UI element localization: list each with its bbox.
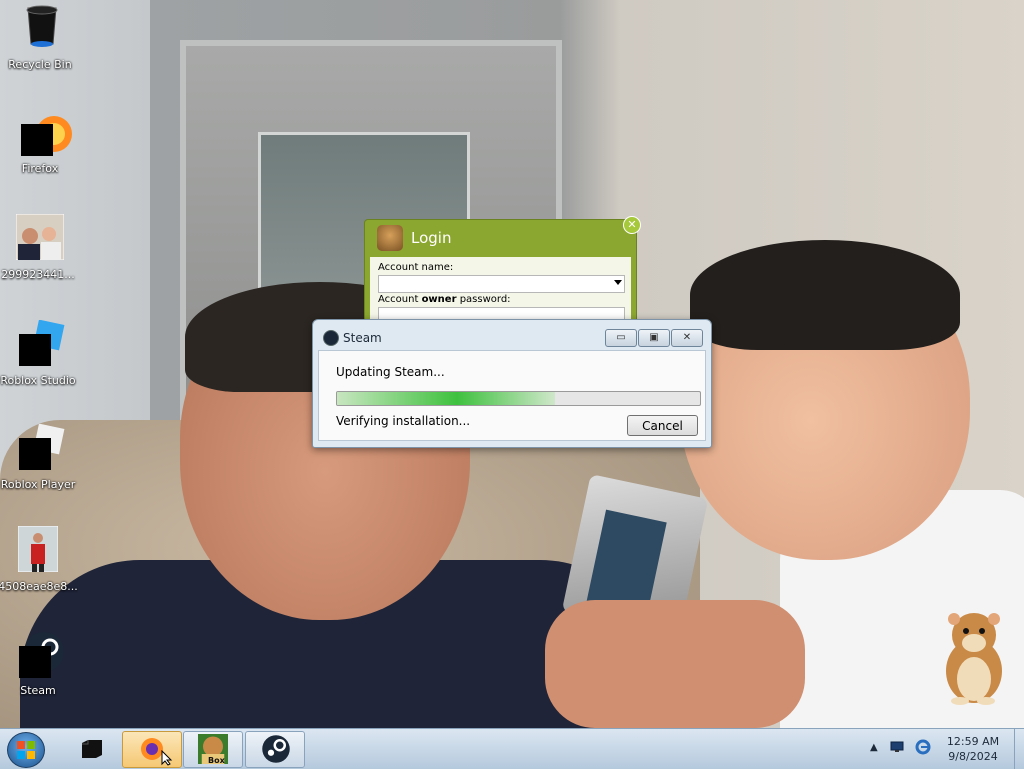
password-label-bold: owner xyxy=(421,294,457,305)
chevron-down-icon[interactable] xyxy=(614,280,622,285)
show-hidden-icons-button[interactable]: ▲ xyxy=(870,742,884,754)
desktop-icon-roblox-player[interactable]: Roblox Player xyxy=(0,424,78,491)
login-form: Account name: Account owner password: xyxy=(370,257,631,323)
progress-fill xyxy=(337,392,555,405)
recycle-bin-icon xyxy=(22,4,58,47)
hamster-gadget-icon[interactable] xyxy=(940,605,1006,705)
photo-thumbnail-icon xyxy=(16,214,64,260)
steam-icon xyxy=(323,330,339,346)
box-app-label: Box xyxy=(208,756,225,765)
clock-date: 9/8/2024 xyxy=(948,750,998,763)
taskbar-button-box[interactable]: Box xyxy=(183,731,243,768)
close-button[interactable]: ✕ xyxy=(671,329,703,347)
desktop-icon-label: Steam xyxy=(20,684,56,697)
desktop-icon-label: Roblox Studio xyxy=(0,374,76,387)
update-progress-bar xyxy=(336,391,701,406)
minimize-button[interactable]: ▭ xyxy=(605,329,637,347)
login-window-title: Login xyxy=(411,229,452,247)
desktop-icon-label: 4508eae8e8... xyxy=(0,580,78,593)
desktop-icon-firefox[interactable]: Firefox xyxy=(0,112,80,175)
taskbar-button-firefox[interactable] xyxy=(122,731,182,768)
verify-status-text: Verifying installation... xyxy=(336,414,471,428)
desktop-icon-label: 299923441... xyxy=(1,268,75,281)
taskbar-button-file-manager[interactable] xyxy=(62,731,122,768)
maximize-button[interactable]: ▣ xyxy=(638,329,670,347)
roblox-studio-icon xyxy=(19,320,65,366)
steam-update-dialog[interactable]: Steam ▭ ▣ ✕ Updating Steam... Verifying … xyxy=(312,319,712,448)
wallpaper-hand xyxy=(545,600,805,728)
update-status-text: Updating Steam... xyxy=(336,365,445,379)
password-label: Account owner password: xyxy=(378,294,511,305)
clock-time: 12:59 AM xyxy=(946,735,1000,748)
dialog-title: Steam xyxy=(343,331,382,345)
roblox-player-icon xyxy=(19,424,65,470)
mouse-cursor-icon xyxy=(161,750,173,766)
steam-login-logo-icon xyxy=(377,225,403,251)
desktop-icon-label: Firefox xyxy=(21,162,59,175)
desktop-icon-steam[interactable]: Steam xyxy=(0,630,78,697)
windows-logo-icon xyxy=(17,741,35,759)
start-button[interactable] xyxy=(7,732,45,768)
account-name-label: Account name: xyxy=(378,262,454,273)
ie-icon[interactable] xyxy=(915,739,931,755)
taskbar-button-steam[interactable] xyxy=(245,731,305,768)
show-desktop-button[interactable] xyxy=(1014,729,1024,769)
desktop-icon-photo-1[interactable]: 299923441... xyxy=(0,214,78,281)
account-name-field[interactable] xyxy=(378,275,625,293)
steam-icon xyxy=(19,630,64,678)
steam-icon xyxy=(262,735,290,763)
desktop-icon-photo-2[interactable]: 4508eae8e8... xyxy=(0,526,78,593)
taskbar: Box ▲ 12:59 AM 9/8/2024 xyxy=(0,728,1024,769)
network-icon[interactable] xyxy=(890,741,904,753)
desktop-icon-label: Recycle Bin xyxy=(8,58,72,71)
steam-login-window[interactable]: Login ✕ Account name: Account owner pass… xyxy=(364,216,641,323)
file-manager-icon xyxy=(82,740,102,758)
photo-thumbnail-icon xyxy=(18,526,58,572)
dialog-content: Updating Steam... Verifying installation… xyxy=(318,350,706,441)
close-icon[interactable]: ✕ xyxy=(623,216,641,234)
password-label-suffix: password: xyxy=(456,294,511,305)
firefox-icon xyxy=(21,112,72,156)
desktop-icon-label: Roblox Player xyxy=(0,478,76,491)
desktop-icon-recycle-bin[interactable]: Recycle Bin xyxy=(0,4,80,71)
desktop-icon-roblox-studio[interactable]: Roblox Studio xyxy=(0,320,78,387)
system-clock[interactable]: 12:59 AM 9/8/2024 xyxy=(938,734,1008,764)
wallpaper-boy-hair xyxy=(690,240,960,350)
password-label-prefix: Account xyxy=(378,294,422,305)
cancel-button[interactable]: Cancel xyxy=(627,415,698,436)
